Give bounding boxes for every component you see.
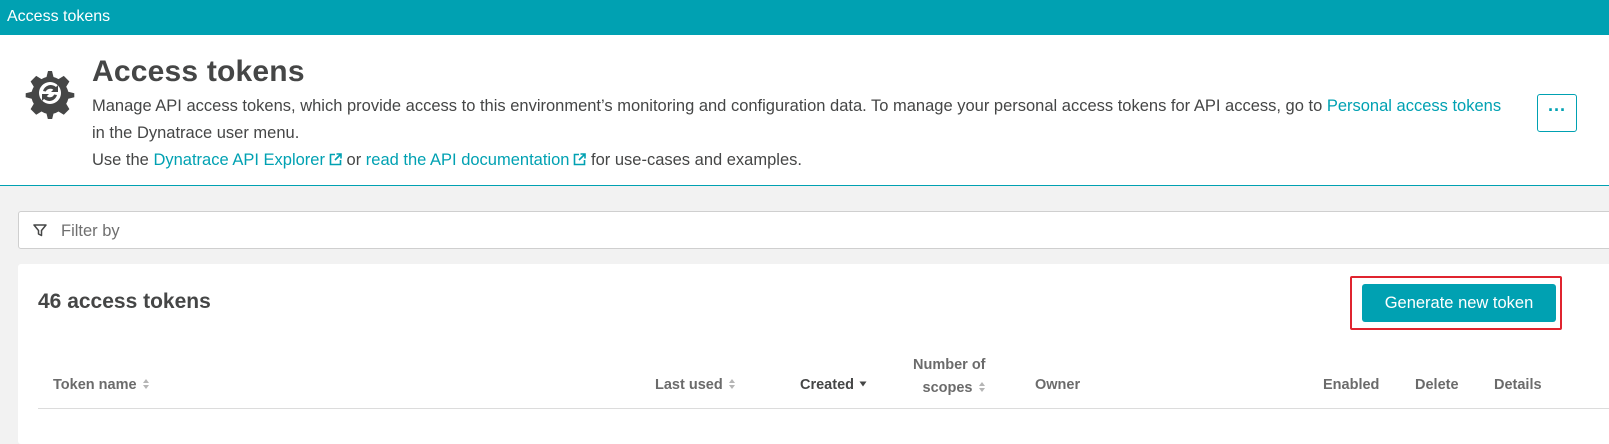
api-documentation-link-label: read the API documentation [365,151,570,169]
description-text: for use-cases and examples. [586,151,802,169]
column-header-last-used[interactable]: Last used [655,377,736,393]
column-header-created[interactable]: Created [800,377,867,393]
api-explorer-link-label: Dynatrace API Explorer [153,151,325,169]
top-bar-title: Access tokens [7,8,111,25]
column-label: Delete [1415,377,1459,393]
sort-icon [978,382,985,392]
filter-bar[interactable] [18,211,1609,249]
description-text: Use the [92,151,154,169]
page-header: Access tokens Manage API access tokens, … [0,35,1609,186]
column-label: Owner [1035,377,1081,393]
sort-icon [142,379,149,389]
more-icon: ··· [1548,100,1566,120]
column-header-token-name[interactable]: Token name [53,377,150,393]
page-title: Access tokens [92,55,305,88]
column-header-details: Details [1494,377,1542,393]
column-label: Enabled [1323,377,1380,393]
filter-input[interactable] [59,219,1563,243]
external-link-icon [329,153,342,166]
description-text: Manage API access tokens, which provide … [92,97,1327,115]
filter-icon [33,224,47,237]
description-text: in the Dynatrace user menu. [92,124,300,142]
column-label: Last used [655,377,723,393]
column-header-owner: Owner [1035,377,1080,393]
page-description: Manage API access tokens, which provide … [92,93,1512,174]
column-header-enabled: Enabled [1323,377,1379,393]
tokens-panel: 46 access tokens Generate new token Toke… [18,264,1609,444]
column-label-line1: Number of [913,357,986,373]
table-header-divider [38,408,1609,409]
personal-access-tokens-link[interactable]: Personal access tokens [1327,97,1501,115]
sort-descending-icon [859,381,867,387]
column-label: Created [800,377,854,393]
api-documentation-link[interactable]: read the API documentation [366,151,587,169]
token-gear-icon [25,71,75,119]
external-link-icon [574,153,587,166]
token-count-title: 46 access tokens [38,290,211,313]
top-bar: Access tokens [0,0,1609,35]
description-text: or [341,151,366,169]
column-label-line2: scopes [922,380,973,396]
column-label: Token name [53,377,137,393]
sort-icon [728,379,735,389]
column-header-delete: Delete [1415,377,1459,393]
api-explorer-link[interactable]: Dynatrace API Explorer [153,151,342,169]
generate-new-token-button[interactable]: Generate new token [1362,284,1556,322]
column-header-number-of-scopes[interactable]: Number of scopes [913,354,986,400]
column-label: Details [1494,377,1542,393]
more-actions-button[interactable]: ··· [1537,94,1577,132]
